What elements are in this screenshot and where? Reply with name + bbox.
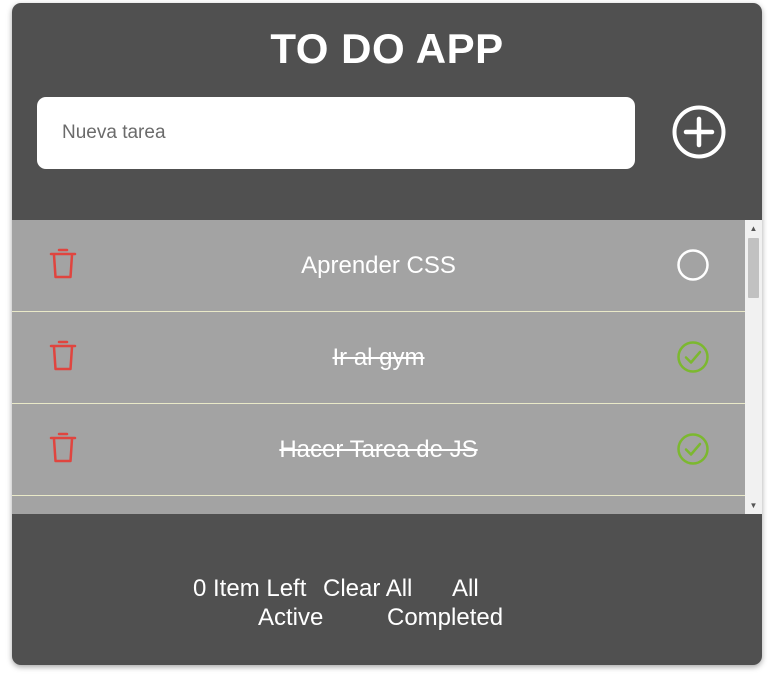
todo-app-panel: TO DO APP Aprender CSS — [12, 3, 762, 665]
trash-icon[interactable] — [49, 431, 77, 464]
task-text: Aprender CSS — [301, 252, 456, 279]
app-title: TO DO APP — [270, 25, 504, 72]
filter-all-button[interactable]: All — [452, 575, 479, 603]
task-list: Aprender CSS Ir al gym Hacer Tarea de JS — [12, 220, 745, 496]
filter-completed-button[interactable]: Completed — [387, 604, 503, 632]
items-left-counter: 0 Item Left — [193, 575, 307, 602]
clear-all-button[interactable]: Clear All — [323, 575, 412, 603]
task-row: Aprender CSS — [12, 220, 745, 312]
filter-active-button[interactable]: Active — [258, 604, 323, 632]
task-row: Ir al gym — [12, 312, 745, 404]
task-text: Ir al gym — [332, 344, 425, 371]
scroll-thumb[interactable] — [748, 238, 759, 298]
trash-icon[interactable] — [49, 247, 77, 280]
scroll-down-arrow-icon[interactable]: ▼ — [745, 497, 762, 514]
task-list-container: Aprender CSS Ir al gym Hacer Tarea de JS… — [12, 220, 762, 514]
task-row: Hacer Tarea de JS — [12, 404, 745, 496]
scroll-up-arrow-icon[interactable]: ▲ — [745, 220, 762, 237]
trash-icon[interactable] — [49, 339, 77, 372]
unchecked-circle-icon[interactable] — [676, 248, 710, 282]
plus-circle-icon[interactable] — [671, 104, 727, 160]
list-scrollbar[interactable]: ▲ ▼ — [745, 220, 762, 514]
new-task-input[interactable] — [37, 97, 635, 169]
checked-circle-icon[interactable] — [676, 432, 710, 466]
task-text: Hacer Tarea de JS — [279, 436, 478, 463]
checked-circle-icon[interactable] — [676, 340, 710, 374]
